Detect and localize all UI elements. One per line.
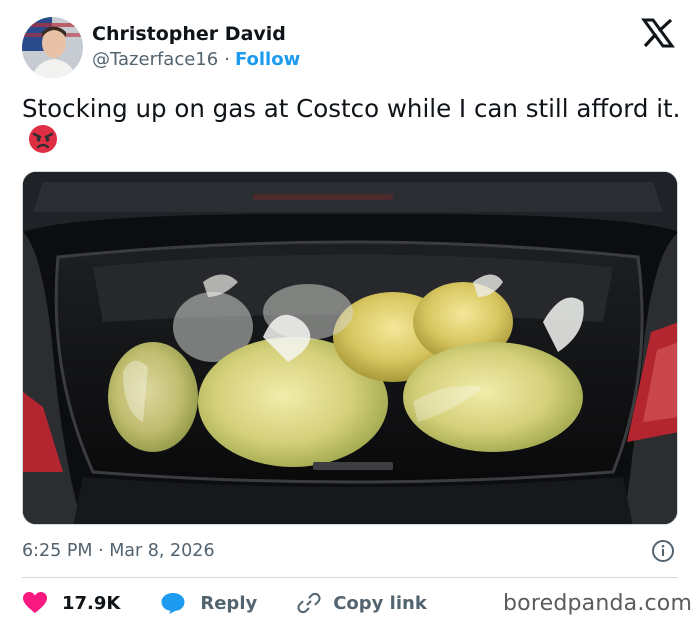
reply-bubble-icon — [161, 593, 185, 614]
like-button[interactable]: 17.9K — [22, 591, 120, 615]
tweet-text-body: Stocking up on gas at Costco while I can… — [22, 94, 681, 123]
tweet-media-photo[interactable] — [22, 171, 678, 525]
follow-button[interactable]: Follow — [235, 49, 300, 70]
reply-label: Reply — [200, 592, 258, 614]
angry-face-icon — [28, 124, 58, 161]
heart-icon — [23, 592, 47, 613]
author-handle[interactable]: @Tazerface16 — [92, 49, 218, 70]
x-logo-icon[interactable] — [638, 17, 678, 49]
link-icon — [297, 592, 321, 614]
separator-dot: · — [224, 49, 230, 70]
divider — [22, 577, 678, 578]
info-icon[interactable] — [651, 539, 675, 563]
action-bar: 17.9K Reply Copy link — [22, 588, 427, 618]
tweet-timestamp[interactable]: 6:25 PM · Mar 8, 2026 — [22, 540, 215, 562]
copy-link-label: Copy link — [333, 592, 427, 614]
copy-link-button[interactable]: Copy link — [297, 591, 427, 615]
like-count: 17.9K — [62, 592, 121, 614]
author-avatar[interactable] — [22, 17, 83, 78]
reply-button[interactable]: Reply — [160, 591, 257, 615]
tweet-text: Stocking up on gas at Costco while I can… — [22, 93, 686, 161]
handle-row: @Tazerface16 · Follow — [92, 48, 300, 72]
author-name[interactable]: Christopher David — [92, 22, 286, 46]
source-watermark: boredpanda.com — [503, 591, 693, 616]
